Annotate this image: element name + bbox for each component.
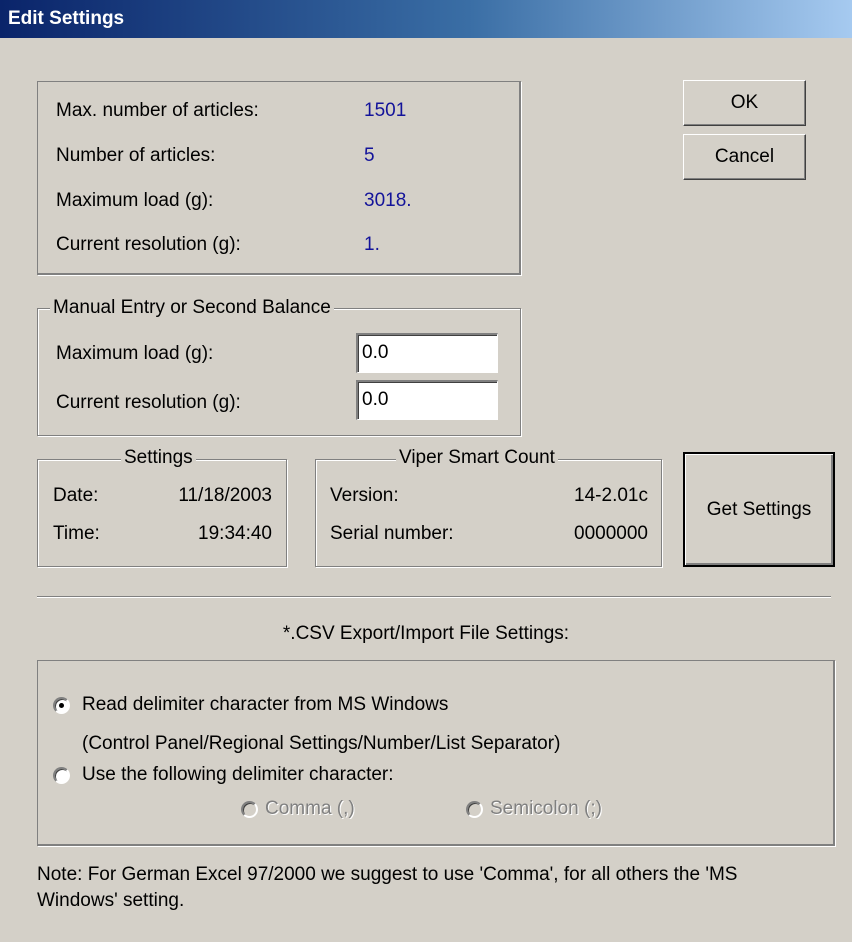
serial-label: Serial number: [330, 523, 454, 544]
time-value: 19:34:40 [198, 523, 272, 544]
separator [37, 596, 831, 598]
version-label: Version: [330, 485, 399, 506]
note-line-1: Note: For German Excel 97/2000 we sugges… [37, 864, 738, 885]
get-settings-button[interactable]: Get Settings [683, 452, 835, 567]
manual-resolution-input[interactable]: 0.0 [356, 380, 498, 420]
max-articles-label: Max. number of articles: [56, 100, 259, 121]
csv-heading: *.CSV Export/Import File Settings: [282, 623, 570, 644]
manual-resolution-label: Current resolution (g): [56, 392, 241, 413]
viper-legend: Viper Smart Count [396, 447, 558, 469]
version-value: 14-2.01c [574, 485, 648, 506]
radio-custom-delimiter[interactable] [53, 767, 70, 784]
date-value: 11/18/2003 [178, 485, 272, 506]
max-articles-value: 1501 [364, 100, 407, 121]
semicolon-label[interactable]: Semicolon (;) [490, 798, 602, 820]
resolution-value: 1. [364, 234, 380, 255]
ok-button[interactable]: OK [683, 80, 806, 126]
max-load-value: 3018. [364, 190, 412, 211]
radio-comma[interactable] [241, 801, 258, 818]
num-articles-value: 5 [364, 145, 375, 166]
manual-entry-legend: Manual Entry or Second Balance [50, 297, 334, 319]
option-custom-label[interactable]: Use the following delimiter character: [82, 764, 394, 786]
option-windows-sublabel: (Control Panel/Regional Settings/Number/… [82, 733, 561, 754]
settings-group [37, 459, 287, 567]
option-windows-label[interactable]: Read delimiter character from MS Windows [82, 694, 448, 716]
date-label: Date: [53, 485, 99, 506]
serial-value: 0000000 [574, 523, 648, 544]
num-articles-label: Number of articles: [56, 145, 216, 166]
resolution-label: Current resolution (g): [56, 234, 241, 255]
note-line-2: Windows' setting. [37, 890, 185, 911]
manual-max-load-input[interactable]: 0.0 [356, 333, 498, 373]
cancel-button[interactable]: Cancel [683, 134, 806, 180]
viper-group [315, 459, 662, 567]
time-label: Time: [53, 523, 100, 544]
manual-max-load-label: Maximum load (g): [56, 343, 214, 364]
radio-windows-delimiter[interactable] [53, 697, 70, 714]
window-title: Edit Settings [8, 8, 125, 29]
radio-semicolon[interactable] [466, 801, 483, 818]
title-bar: Edit Settings [0, 0, 852, 38]
comma-label[interactable]: Comma (,) [265, 798, 355, 820]
settings-legend: Settings [121, 447, 196, 469]
max-load-label: Maximum load (g): [56, 190, 214, 211]
